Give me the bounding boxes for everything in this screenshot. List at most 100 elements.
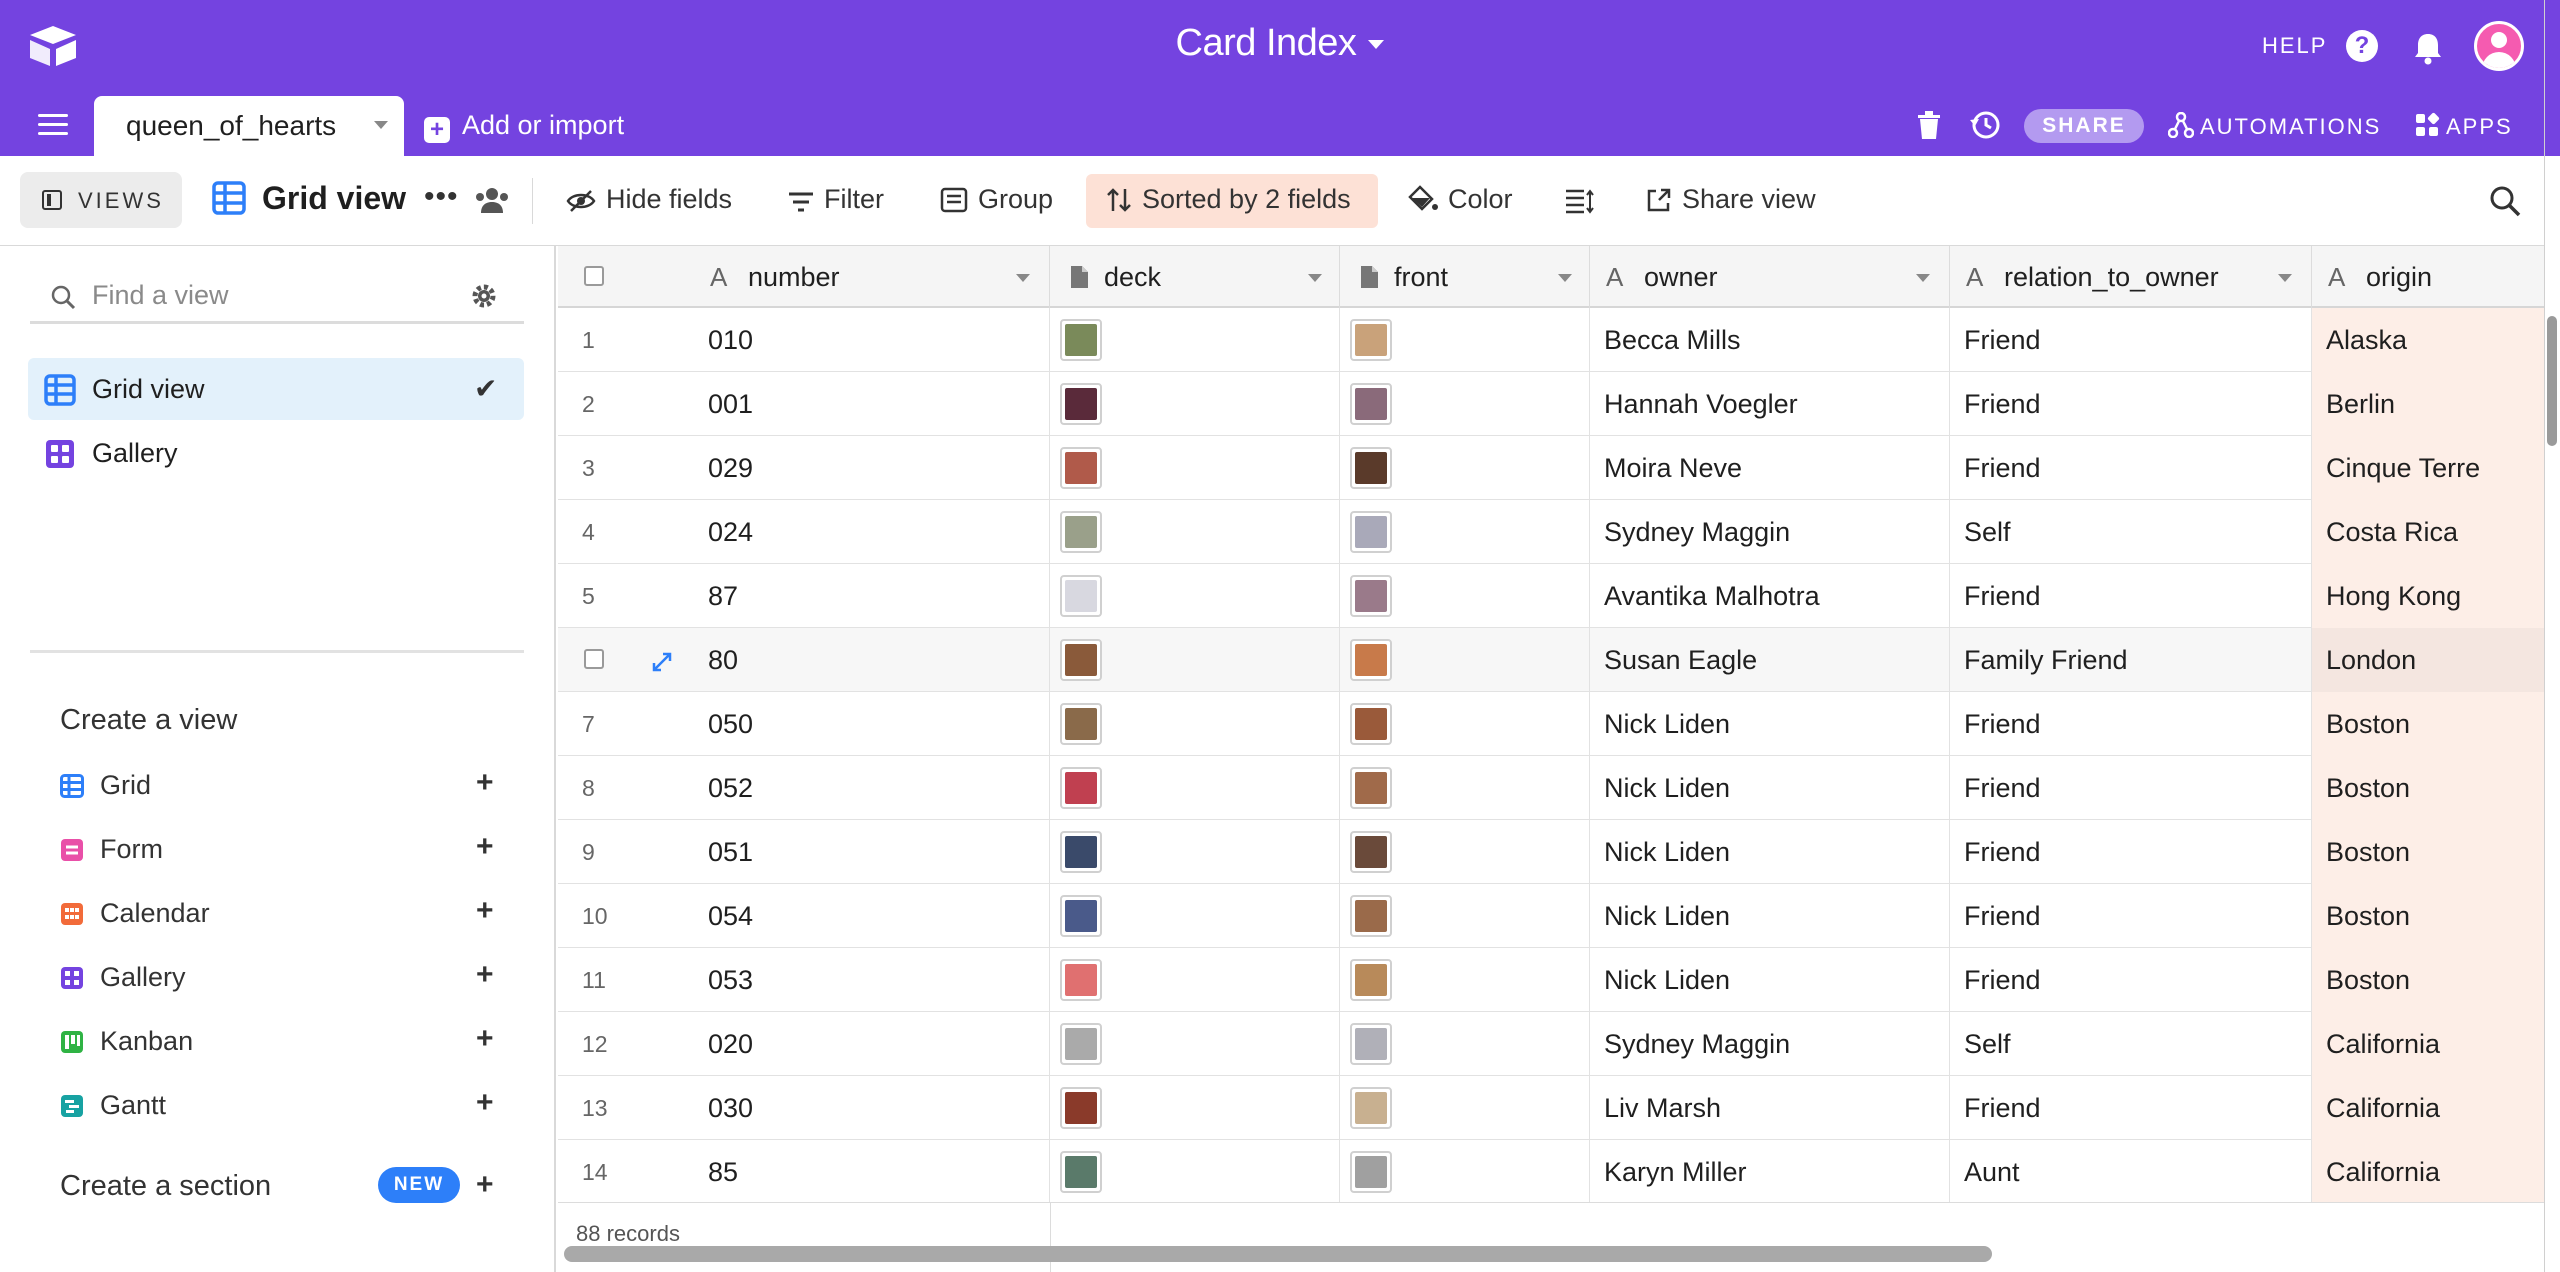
cell-deck[interactable] xyxy=(1050,820,1340,884)
cell-deck[interactable] xyxy=(1050,564,1340,628)
chevron-down-icon[interactable] xyxy=(374,121,388,129)
cell-front[interactable] xyxy=(1340,948,1590,1012)
chevron-down-icon[interactable] xyxy=(1016,274,1030,282)
cell-deck[interactable] xyxy=(1050,1012,1340,1076)
table-row[interactable]: 13 030 Liv Marsh Friend California xyxy=(558,1076,2544,1140)
sidebar-item-gallery[interactable]: Gallery xyxy=(28,422,524,484)
chevron-down-icon[interactable] xyxy=(1368,40,1385,50)
share-view-button[interactable]: Share view xyxy=(1646,184,1816,215)
chevron-down-icon[interactable] xyxy=(2278,274,2292,282)
cell-number[interactable]: 87 xyxy=(694,564,1050,628)
deck-attachment-thumbnail[interactable] xyxy=(1060,895,1102,937)
cell-deck[interactable] xyxy=(1050,500,1340,564)
cell-number[interactable]: 85 xyxy=(694,1140,1050,1204)
cell-owner[interactable]: Sydney Maggin xyxy=(1590,1012,1950,1076)
cell-front[interactable] xyxy=(1340,500,1590,564)
cell-owner[interactable]: Susan Eagle xyxy=(1590,628,1950,692)
deck-attachment-thumbnail[interactable] xyxy=(1060,639,1102,681)
find-view-search[interactable]: Find a view xyxy=(30,266,524,324)
deck-attachment-thumbnail[interactable] xyxy=(1060,767,1102,809)
cell-front[interactable] xyxy=(1340,308,1590,372)
column-header-owner[interactable]: A owner xyxy=(1590,246,1950,308)
table-row[interactable]: 1 010 Becca Mills Friend Alaska xyxy=(558,308,2544,372)
horizontal-scrollbar[interactable] xyxy=(564,1246,1992,1262)
cell-owner[interactable]: Karyn Miller xyxy=(1590,1140,1950,1204)
cell-owner[interactable]: Avantika Malhotra xyxy=(1590,564,1950,628)
deck-attachment-thumbnail[interactable] xyxy=(1060,1151,1102,1193)
cell-origin[interactable]: Costa Rica xyxy=(2312,500,2544,564)
column-header-origin[interactable]: A origin xyxy=(2312,246,2544,308)
create-section-plus-icon[interactable]: + xyxy=(476,1168,494,1202)
plus-icon[interactable]: + xyxy=(476,766,494,800)
front-attachment-thumbnail[interactable] xyxy=(1350,383,1392,425)
vertical-scrollbar-thumb[interactable] xyxy=(2547,316,2557,446)
cell-origin[interactable]: California xyxy=(2312,1076,2544,1140)
table-row[interactable]: 12 020 Sydney Maggin Self California xyxy=(558,1012,2544,1076)
deck-attachment-thumbnail[interactable] xyxy=(1060,447,1102,489)
collaborators-icon[interactable] xyxy=(474,186,510,214)
color-button[interactable]: Color xyxy=(1408,184,1513,215)
deck-attachment-thumbnail[interactable] xyxy=(1060,1087,1102,1129)
front-attachment-thumbnail[interactable] xyxy=(1350,895,1392,937)
column-header-front[interactable]: front xyxy=(1340,246,1590,308)
plus-icon[interactable]: + xyxy=(476,958,494,992)
more-options-icon[interactable]: ••• xyxy=(424,180,459,214)
find-view-input[interactable]: Find a view xyxy=(92,280,229,311)
cell-relation-to-owner[interactable]: Friend xyxy=(1950,756,2312,820)
deck-attachment-thumbnail[interactable] xyxy=(1060,1023,1102,1065)
cell-relation-to-owner[interactable]: Self xyxy=(1950,1012,2312,1076)
cell-front[interactable] xyxy=(1340,628,1590,692)
share-button[interactable]: SHARE xyxy=(2024,109,2144,143)
cell-origin[interactable]: London xyxy=(2312,628,2544,692)
cell-relation-to-owner[interactable]: Friend xyxy=(1950,436,2312,500)
plus-icon[interactable]: + xyxy=(476,1022,494,1056)
chevron-down-icon[interactable] xyxy=(1308,274,1322,282)
trash-icon[interactable] xyxy=(1916,110,1942,140)
cell-number[interactable]: 001 xyxy=(694,372,1050,436)
cell-front[interactable] xyxy=(1340,372,1590,436)
current-view-name[interactable]: Grid view xyxy=(262,180,406,217)
cell-number[interactable]: 052 xyxy=(694,756,1050,820)
front-attachment-thumbnail[interactable] xyxy=(1350,1087,1392,1129)
cell-number[interactable]: 030 xyxy=(694,1076,1050,1140)
cell-front[interactable] xyxy=(1340,1012,1590,1076)
filter-button[interactable]: Filter xyxy=(788,184,884,215)
cell-relation-to-owner[interactable]: Friend xyxy=(1950,820,2312,884)
front-attachment-thumbnail[interactable] xyxy=(1350,319,1392,361)
table-row[interactable]: 5 87 Avantika Malhotra Friend Hong Kong xyxy=(558,564,2544,628)
table-row[interactable]: 10 054 Nick Liden Friend Boston xyxy=(558,884,2544,948)
cell-origin[interactable]: Boston xyxy=(2312,884,2544,948)
front-attachment-thumbnail[interactable] xyxy=(1350,831,1392,873)
front-attachment-thumbnail[interactable] xyxy=(1350,511,1392,553)
table-row[interactable]: 7 050 Nick Liden Friend Boston xyxy=(558,692,2544,756)
cell-deck[interactable] xyxy=(1050,372,1340,436)
cell-front[interactable] xyxy=(1340,564,1590,628)
cell-origin[interactable]: Boston xyxy=(2312,692,2544,756)
front-attachment-thumbnail[interactable] xyxy=(1350,1023,1392,1065)
automations-button[interactable]: AUTOMATIONS xyxy=(2167,111,2381,140)
table-row[interactable]: 2 001 Hannah Voegler Friend Berlin xyxy=(558,372,2544,436)
cell-relation-to-owner[interactable]: Aunt xyxy=(1950,1140,2312,1204)
help-icon[interactable]: ? xyxy=(2346,30,2378,62)
notification-bell-icon[interactable] xyxy=(2410,30,2446,66)
create-grid-view[interactable]: Grid + xyxy=(60,764,504,810)
cell-origin[interactable]: California xyxy=(2312,1012,2544,1076)
cell-owner[interactable]: Moira Neve xyxy=(1590,436,1950,500)
sidebar-item-grid-view[interactable]: Grid view ✔ xyxy=(28,358,524,420)
column-header-relation-to-owner[interactable]: A relation_to_owner xyxy=(1950,246,2312,308)
cell-relation-to-owner[interactable]: Friend xyxy=(1950,884,2312,948)
front-attachment-thumbnail[interactable] xyxy=(1350,703,1392,745)
cell-owner[interactable]: Nick Liden xyxy=(1590,692,1950,756)
select-all-checkbox[interactable] xyxy=(584,266,604,286)
cell-relation-to-owner[interactable]: Friend xyxy=(1950,308,2312,372)
table-row[interactable]: 80 Susan Eagle Family Friend London xyxy=(558,628,2544,692)
column-header-number[interactable]: A number xyxy=(694,246,1050,308)
hide-fields-button[interactable]: Hide fields xyxy=(566,184,732,215)
plus-icon[interactable]: + xyxy=(476,894,494,928)
cell-relation-to-owner[interactable]: Friend xyxy=(1950,564,2312,628)
front-attachment-thumbnail[interactable] xyxy=(1350,447,1392,489)
deck-attachment-thumbnail[interactable] xyxy=(1060,831,1102,873)
create-gallery-view[interactable]: Gallery + xyxy=(60,956,504,1002)
expand-record-icon[interactable] xyxy=(652,652,672,672)
cell-number[interactable]: 053 xyxy=(694,948,1050,1012)
